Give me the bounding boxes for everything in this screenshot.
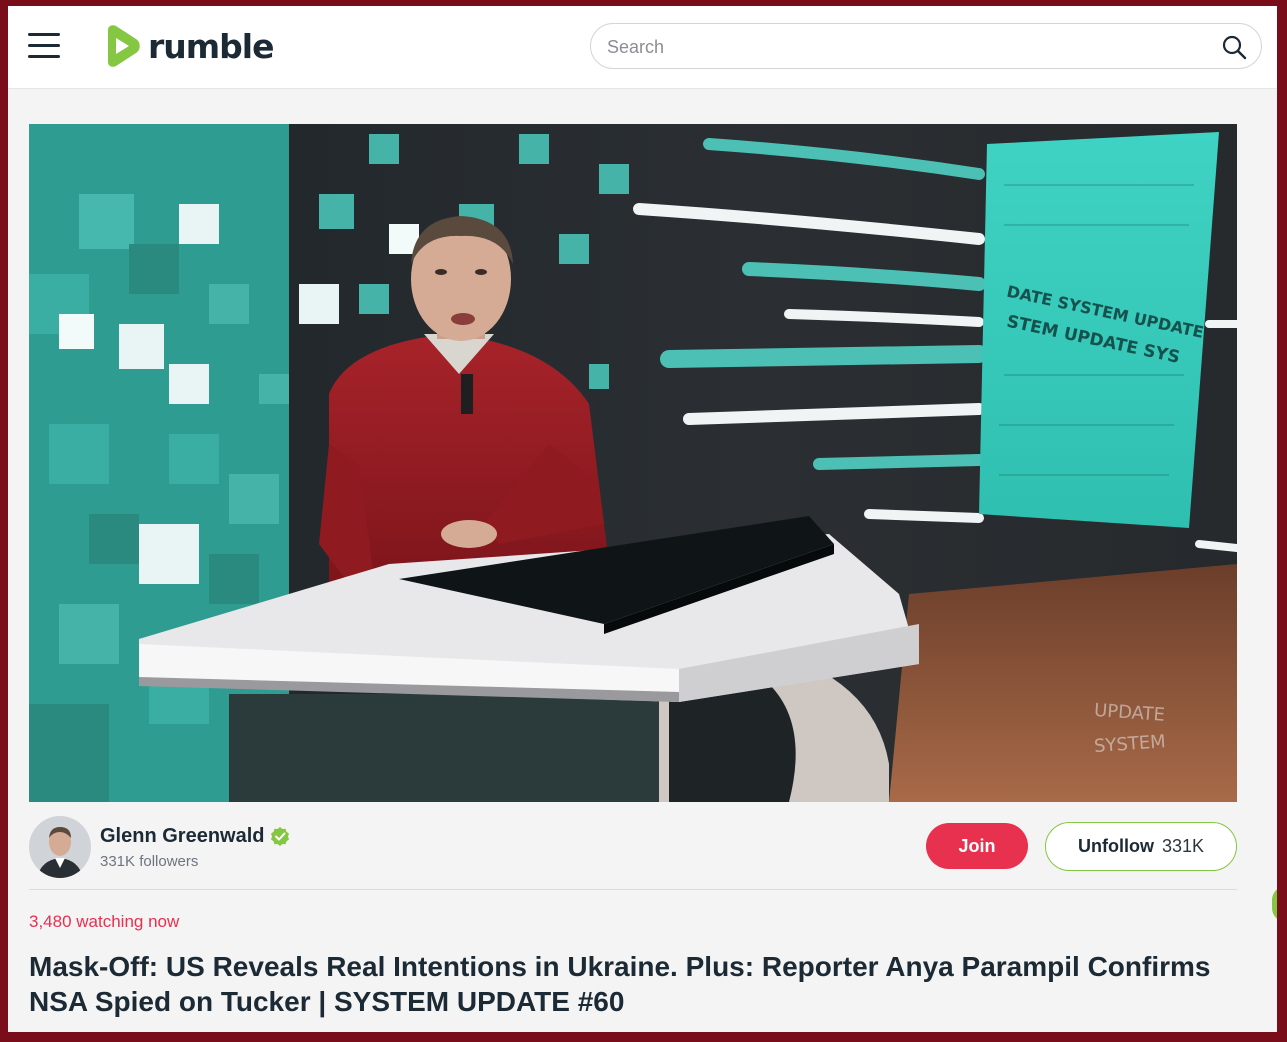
channel-bar: Glenn Greenwald 331K followers Join Unfo… (29, 814, 1237, 890)
unfollow-label: Unfollow (1077, 836, 1154, 856)
hamburger-menu-icon[interactable] (28, 33, 60, 59)
channel-name[interactable]: Glenn Greenwald (100, 825, 264, 848)
live-viewer-count: 3,480 watching now (29, 912, 180, 931)
unfollow-count: 331K (1161, 836, 1205, 856)
page: rumble Search DATE SYSTEM UPDATE STEM UP… (8, 6, 1277, 1032)
side-chat-toggle[interactable] (1272, 886, 1277, 922)
channel-avatar[interactable] (29, 816, 91, 878)
rumble-logo[interactable]: rumble (100, 24, 274, 68)
search-input[interactable] (607, 34, 1207, 60)
verified-badge-icon (271, 827, 289, 846)
video-player[interactable]: DATE SYSTEM UPDATE STEM UPDATE SYS UPDAT… (29, 124, 1237, 802)
logo-text: rumble (148, 26, 274, 66)
unfollow-button[interactable]: Unfollow 331K (1045, 822, 1237, 871)
join-button[interactable]: Join (926, 823, 1028, 869)
rumble-play-icon (108, 25, 140, 67)
top-header: rumble (8, 6, 1277, 89)
video-frame: DATE SYSTEM UPDATE STEM UPDATE SYS UPDAT… (29, 124, 1237, 802)
search-bar (590, 23, 1262, 69)
search-icon[interactable] (1221, 34, 1247, 60)
video-title: Mask-Off: US Reveals Real Intentions in … (29, 951, 1211, 1017)
avatar-image (29, 816, 91, 878)
follower-count: 331K followers (100, 853, 199, 870)
